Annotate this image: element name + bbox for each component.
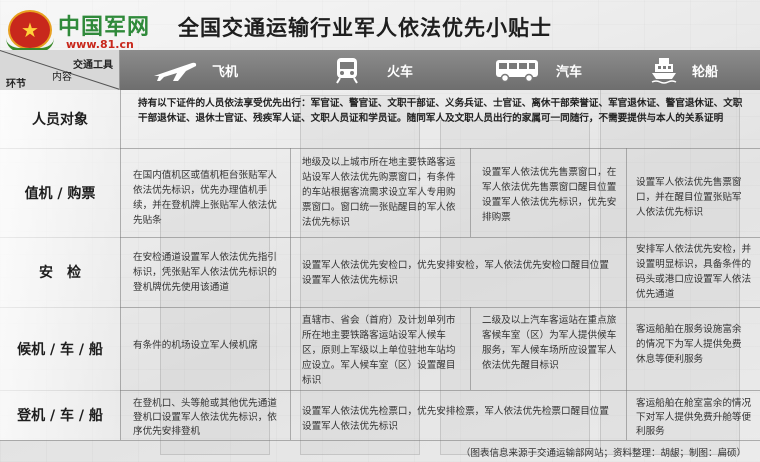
bus-icon: [496, 60, 538, 83]
cell-boarding-train-bus: 设置军人依法优先检票口，优先安排检票，军人依法优先检票口醒目位置设置军人依法优先…: [302, 406, 609, 432]
train-icon: [336, 58, 358, 84]
cell-boarding-plane: 在登机口、头等舱或其他优先通道登机口设置军人依法优先标识，依序优先安排登机: [133, 398, 277, 437]
logo-name: 中国军网: [58, 14, 151, 40]
cell-waiting-plane: 有条件的机场设立军人候机席: [133, 340, 258, 351]
logo: ★ 中国军网 www.81.cn: [6, 6, 158, 54]
row-label-boarding: 登机 / 车 / 船: [0, 390, 120, 440]
cell-checkin-plane: 在国内值机区或值机柜台张贴军人依法优先标识，优先办理值机手续，并在登机牌上张贴军…: [133, 170, 277, 226]
table-corner: 交通工具 内容 环节: [0, 50, 120, 90]
row-label-waiting: 候机 / 车 / 船: [0, 307, 120, 390]
cell-waiting-train: 直辖市、省会（首府）及计划单列市所在地主要铁路客运站设军人候车区，原则上军级以上…: [302, 315, 456, 386]
cell-persons: 持有以下证件的人员依法享受优先出行：军官证、警官证、文职干部证、义务兵证、士官证…: [138, 98, 743, 124]
column-header-plane: 飞机: [152, 50, 238, 90]
column-header-train: 火车: [333, 50, 413, 90]
column-divider: [626, 148, 627, 440]
row-label-security: 安 检: [0, 237, 120, 307]
column-divider: [470, 148, 471, 237]
corner-label-vehicle: 交通工具: [73, 60, 113, 71]
army-emblem-icon: ★: [6, 10, 54, 52]
corner-label-content: 内容: [52, 72, 72, 83]
column-label-plane: 飞机: [212, 64, 239, 80]
row-divider: [0, 440, 760, 441]
cell-checkin-train: 地级及以上城市所在地主要铁路客运站设军人依法优先购票窗口，有条件的车站根据客流需…: [302, 157, 456, 228]
page-title: 全国交通运输行业军人依法优先小贴士: [178, 16, 552, 40]
column-label-bus: 汽车: [556, 64, 583, 80]
cell-checkin-bus: 设置军人依法优先售票窗口，在军人依法优先售票窗口醒目位置设置军人依法优先标识，优…: [482, 167, 617, 223]
column-header-ship: 轮船: [650, 50, 718, 90]
cell-boarding-ship: 客运船舶在舱室富余的情况下对军人提供免费升舱等便利服务: [636, 398, 752, 437]
source-credit: （图表信息来源于交通运输部网站；资料整理：胡龈；制图：扁硕）: [460, 448, 746, 459]
cell-security-train-bus: 设置军人依法优先安检口，优先安排安检，军人依法优先安检口醒目位置设置军人依法优先…: [302, 260, 609, 286]
column-divider: [290, 148, 291, 440]
row-label-persons: 人员对象: [0, 90, 120, 148]
corner-label-stage: 环节: [6, 79, 26, 90]
cell-checkin-ship: 设置军人依法优先售票窗口，并在醒目位置张贴军人依法优先标识: [636, 177, 742, 218]
ship-icon: [651, 58, 677, 84]
column-divider: [470, 307, 471, 390]
column-label-train: 火车: [387, 64, 414, 80]
row-label-checkin: 值机 / 购票: [0, 148, 120, 237]
cell-waiting-ship: 客运船舶在服务设施富余的情况下为军人提供免费休息等便利服务: [636, 324, 742, 365]
cell-security-plane: 在安检通道设置军人依法优先指引标识，凭张贴军人依法优先标识的登机牌优先使用该通道: [133, 252, 277, 293]
column-header-bus: 汽车: [494, 50, 582, 90]
cell-waiting-bus: 二级及以上汽车客运站在重点旅客候车室（区）为军人提供候车服务，军人候车场所应设置…: [482, 315, 617, 371]
column-label-ship: 轮船: [692, 64, 719, 80]
column-divider: [120, 90, 121, 440]
airplane-icon: [154, 62, 197, 81]
cell-security-ship: 安排军人依法优先安检，并设置明显标识，具备条件的码头或港口应设置军人依法优先通道: [636, 244, 752, 300]
